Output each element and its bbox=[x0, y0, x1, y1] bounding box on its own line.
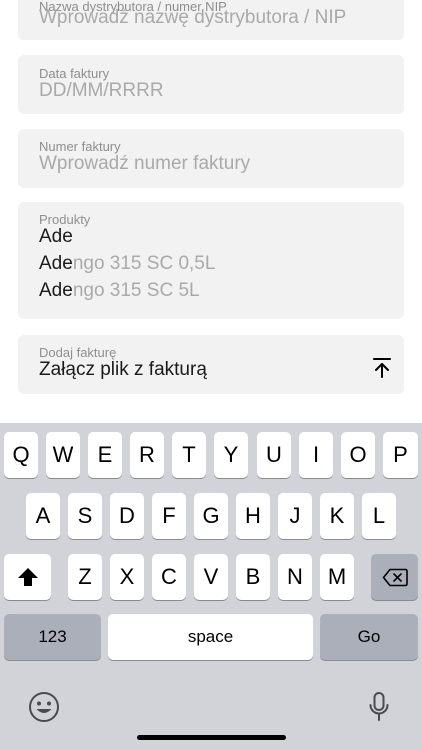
suggestion-rest: ngo 315 SC 0,5L bbox=[72, 253, 216, 274]
key-k[interactable]: K bbox=[320, 493, 354, 539]
key-d[interactable]: D bbox=[110, 493, 144, 539]
key-a[interactable]: A bbox=[26, 493, 60, 539]
key-t[interactable]: T bbox=[172, 432, 206, 478]
key-n[interactable]: N bbox=[278, 554, 312, 600]
invoice-number-input[interactable]: Wprowadź numer faktury bbox=[39, 153, 250, 175]
suggestion-match: Ade bbox=[39, 253, 73, 274]
suggestion-match: Ade bbox=[39, 280, 73, 301]
invoice-date-field[interactable]: Data faktury DD/MM/RRRR bbox=[18, 55, 404, 114]
key-x[interactable]: X bbox=[110, 554, 144, 600]
key-l[interactable]: L bbox=[362, 493, 396, 539]
invoice-form: Nazwa dystrybutora / numer NIP Wprowadź … bbox=[0, 0, 422, 423]
distributor-input[interactable]: Wprowadź nazwę dystrybutora / NIP bbox=[39, 7, 346, 29]
key-p[interactable]: P bbox=[383, 432, 418, 478]
keyboard: Q W E R T Y U I O P A S D F G H J K L Z … bbox=[0, 423, 422, 750]
invoice-number-label: Numer faktury bbox=[39, 139, 121, 154]
key-c[interactable]: C bbox=[152, 554, 186, 600]
key-i[interactable]: I bbox=[299, 432, 333, 478]
home-indicator[interactable] bbox=[137, 735, 286, 740]
product-suggestion[interactable]: Adengo 315 SC 5L bbox=[39, 280, 200, 302]
key-q[interactable]: Q bbox=[4, 432, 38, 478]
invoice-date-input[interactable]: DD/MM/RRRR bbox=[39, 80, 164, 102]
invoice-date-label: Data faktury bbox=[39, 66, 110, 81]
key-w[interactable]: W bbox=[46, 432, 80, 478]
key-j[interactable]: J bbox=[278, 493, 312, 539]
upload-icon[interactable] bbox=[372, 357, 392, 379]
space-key[interactable]: space bbox=[108, 614, 313, 660]
microphone-icon[interactable] bbox=[368, 691, 390, 723]
shift-key[interactable] bbox=[4, 554, 51, 600]
backspace-key[interactable] bbox=[371, 554, 418, 600]
key-m[interactable]: M bbox=[320, 554, 354, 600]
key-b[interactable]: B bbox=[236, 554, 270, 600]
key-f[interactable]: F bbox=[152, 493, 186, 539]
products-input[interactable]: Ade bbox=[39, 226, 73, 248]
suggestion-rest: ngo 315 SC 5L bbox=[72, 280, 200, 301]
attach-invoice-field[interactable]: Dodaj fakturę Załącz plik z fakturą bbox=[18, 335, 404, 394]
key-y[interactable]: Y bbox=[214, 432, 248, 478]
key-u[interactable]: U bbox=[257, 432, 291, 478]
key-g[interactable]: G bbox=[194, 493, 228, 539]
product-suggestion[interactable]: Adengo 315 SC 0,5L bbox=[39, 253, 215, 275]
products-field[interactable]: Produkty Ade Adengo 315 SC 0,5L Adengo 3… bbox=[18, 202, 404, 319]
key-e[interactable]: E bbox=[88, 432, 122, 478]
key-o[interactable]: O bbox=[341, 432, 375, 478]
key-v[interactable]: V bbox=[194, 554, 228, 600]
key-r[interactable]: R bbox=[130, 432, 164, 478]
key-z[interactable]: Z bbox=[68, 554, 102, 600]
attach-invoice-label: Dodaj fakturę bbox=[39, 345, 117, 360]
numbers-key[interactable]: 123 bbox=[4, 614, 101, 660]
invoice-number-field[interactable]: Numer faktury Wprowadź numer faktury bbox=[18, 129, 404, 188]
distributor-field[interactable]: Nazwa dystrybutora / numer NIP Wprowadź … bbox=[18, 0, 404, 40]
shift-icon bbox=[17, 568, 38, 586]
key-h[interactable]: H bbox=[236, 493, 270, 539]
products-label: Produkty bbox=[39, 212, 91, 227]
go-key[interactable]: Go bbox=[320, 614, 418, 660]
key-s[interactable]: S bbox=[68, 493, 102, 539]
attach-invoice-text[interactable]: Załącz plik z fakturą bbox=[39, 359, 207, 381]
emoji-icon[interactable] bbox=[28, 691, 60, 723]
backspace-icon bbox=[382, 568, 408, 586]
